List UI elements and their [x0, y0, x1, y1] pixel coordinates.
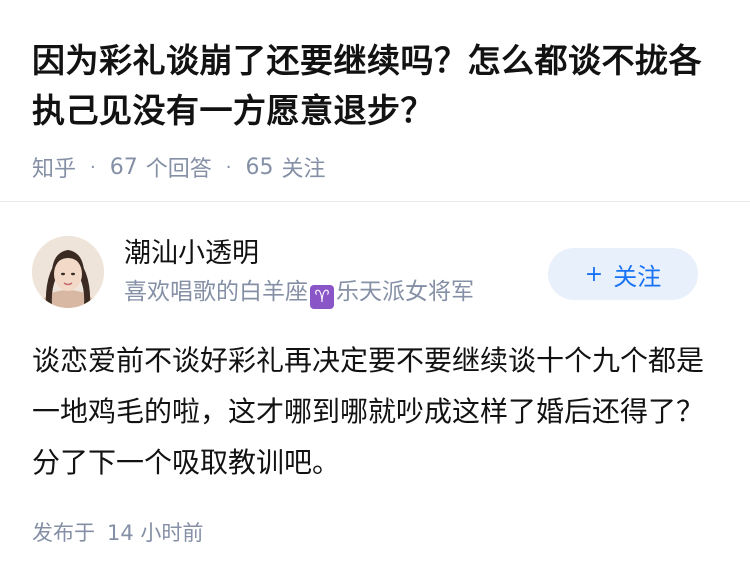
answer-count-label[interactable]: 个回答	[146, 151, 212, 183]
follow-button-label: 关注	[613, 262, 662, 291]
author-bio: 喜欢唱歌的白羊座 ♈ 乐天派女将军	[124, 276, 474, 309]
publish-info: 发布于 14 小时前	[32, 518, 203, 548]
separator-dot: ·	[90, 156, 96, 178]
question-meta: 知乎 · 67 个回答 · 65 关注	[32, 151, 718, 183]
aries-icon: ♈	[310, 285, 334, 309]
author-row: 潮汕小透明 喜欢唱歌的白羊座 ♈ 乐天派女将军 + 关注	[32, 236, 718, 310]
follow-count-label[interactable]: 关注	[282, 151, 326, 183]
answer-content[interactable]: 谈恋爱前不谈好彩礼再决定要不要继续谈十个九个都是一地鸡毛的啦，这才哪到哪就吵成这…	[32, 335, 718, 488]
plus-icon: +	[584, 261, 604, 287]
separator-dot: ·	[225, 156, 232, 178]
author-bio-suffix: 乐天派女将军	[336, 279, 474, 305]
publish-label: 发布于	[32, 521, 95, 545]
follow-count: 65	[245, 154, 274, 180]
avatar[interactable]	[32, 236, 104, 308]
answer-count: 67	[109, 154, 138, 180]
question-title[interactable]: 因为彩礼谈崩了还要继续吗？怎么都谈不拢各执己见没有一方愿意退步？	[32, 36, 718, 136]
source-label[interactable]: 知乎	[32, 151, 76, 183]
avatar-image	[32, 236, 104, 308]
question-header: 因为彩礼谈崩了还要继续吗？怎么都谈不拢各执己见没有一方愿意退步？ 知乎 · 67…	[0, 0, 750, 182]
author-bio-prefix: 喜欢唱歌的白羊座	[124, 279, 308, 305]
author-name[interactable]: 潮汕小透明	[124, 236, 259, 272]
publish-time: 14 小时前	[107, 521, 204, 545]
section-divider	[0, 201, 750, 202]
follow-button[interactable]: + 关注	[548, 248, 698, 300]
